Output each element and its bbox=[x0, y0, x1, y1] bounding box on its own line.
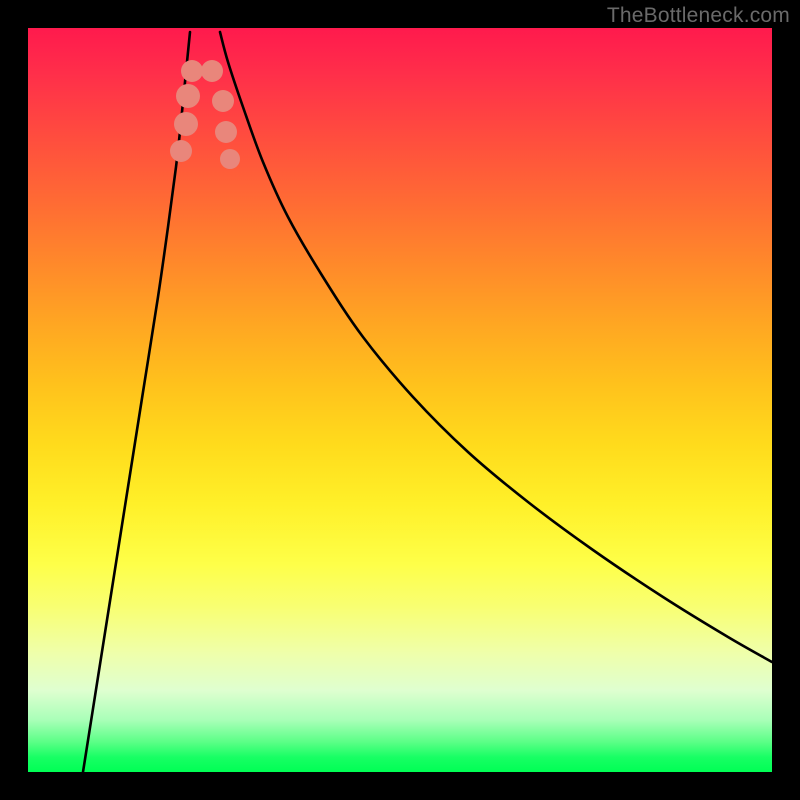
valley-marker bbox=[201, 60, 223, 82]
plot-area bbox=[28, 28, 772, 772]
valley-marker bbox=[220, 149, 240, 169]
valley-marker bbox=[215, 121, 237, 143]
valley-marker bbox=[181, 60, 203, 82]
valley-markers bbox=[170, 60, 240, 169]
right-branch-curve bbox=[220, 32, 772, 662]
curve-layer bbox=[28, 28, 772, 772]
watermark-text: TheBottleneck.com bbox=[607, 4, 790, 28]
valley-marker bbox=[212, 90, 234, 112]
valley-marker bbox=[176, 84, 200, 108]
outer-frame: TheBottleneck.com bbox=[0, 0, 800, 800]
valley-marker bbox=[170, 140, 192, 162]
valley-marker bbox=[174, 112, 198, 136]
